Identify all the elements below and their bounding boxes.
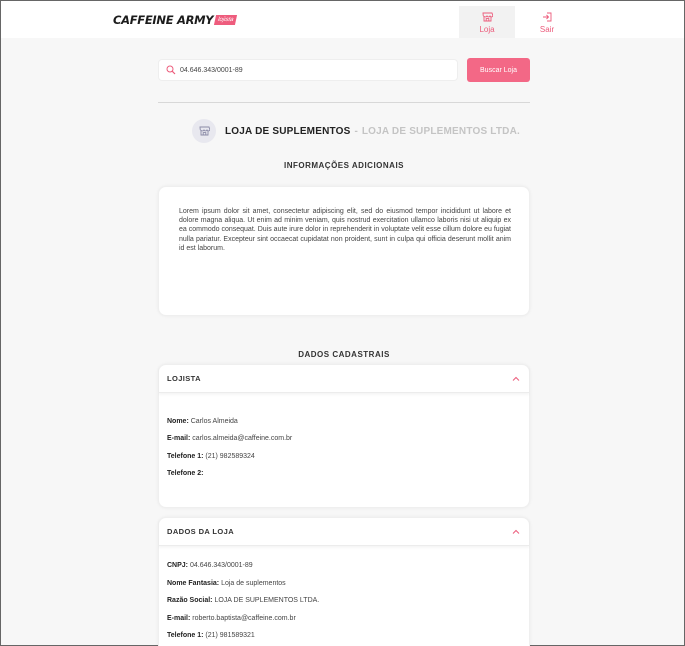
store-legal-name: LOJA DE SUPLEMENTOS LTDA. (361, 125, 521, 137)
field-label: Nome: (167, 418, 189, 425)
search-icon (166, 65, 176, 75)
cnpj-search-box[interactable] (158, 59, 458, 81)
store-separator: - (354, 125, 358, 137)
field-label: Telefone 1: (167, 632, 204, 639)
store-icon (482, 12, 493, 22)
logo-text: CAFFEINE ARMY (113, 13, 214, 27)
nav-sair[interactable]: Sair (519, 6, 575, 38)
field-telefone-1: Telefone 1: (21) 982589324 (167, 453, 255, 460)
nav-loja-label: Loja (479, 25, 495, 34)
chevron-up-icon[interactable] (511, 375, 521, 383)
dados-loja-accordion-header[interactable]: DADOS DA LOJA (159, 518, 529, 546)
field-label: CNPJ: (167, 562, 189, 569)
logo-tag: lojista (214, 15, 238, 25)
field-label: Nome Fantasia: (167, 580, 220, 587)
field-nome: Nome: Carlos Almeida (167, 418, 238, 425)
field-telefone-2: Telefone 2: (167, 470, 203, 477)
field-nome-fantasia: Nome Fantasia: Loja de suplementos (167, 580, 286, 587)
field-email: E-mail: carlos.almeida@caffeine.com.br (167, 435, 292, 442)
field-label: Razão Social: (167, 597, 213, 604)
store-icon (199, 126, 210, 136)
info-heading: INFORMAÇÕES ADICIONAIS (283, 161, 405, 170)
field-value: Loja de suplementos (221, 580, 286, 587)
logout-icon (542, 12, 551, 22)
store-avatar (192, 119, 216, 143)
lojista-title: LOJISTA (167, 374, 201, 383)
store-name: LOJA DE SUPLEMENTOS (225, 125, 351, 137)
field-label: E-mail: (167, 435, 191, 442)
field-razao-social: Razão Social: LOJA DE SUPLEMENTOS LTDA. (167, 597, 319, 604)
caffeine-army-logo[interactable]: CAFFEINE ARMY lojista (113, 13, 238, 27)
dados-loja-accordion: DADOS DA LOJA CNPJ: 04.646.343/0001-89 N… (158, 517, 530, 646)
field-telefone-1: Telefone 1: (21) 981589321 (167, 632, 255, 639)
field-value: 04.646.343/0001-89 (189, 562, 253, 569)
store-title: LOJA DE SUPLEMENTOS - LOJA DE SUPLEMENTO… (192, 119, 520, 143)
field-email: E-mail: roberto.baptista@caffeine.com.br (167, 615, 296, 622)
nav-sair-label: Sair (539, 25, 555, 34)
field-cnpj: CNPJ: 04.646.343/0001-89 (167, 562, 253, 569)
field-value: LOJA DE SUPLEMENTOS LTDA. (214, 597, 320, 604)
nav-loja[interactable]: Loja (459, 6, 515, 38)
dados-loja-title: DADOS DA LOJA (167, 527, 235, 536)
top-header: CAFFEINE ARMY lojista Loja Sair (1, 1, 684, 38)
lojista-accordion: LOJISTA Nome: Carlos Almeida E-mail: car… (158, 364, 530, 508)
buscar-loja-button[interactable]: Buscar Loja (467, 58, 530, 82)
info-text: Lorem ipsum dolor sit amet, consectetur … (179, 208, 511, 252)
field-value: (21) 981589321 (205, 632, 255, 639)
field-value: carlos.almeida@caffeine.com.br (192, 435, 293, 442)
chevron-up-icon[interactable] (511, 528, 521, 536)
field-label: Telefone 1: (167, 453, 204, 460)
cnpj-search-input[interactable] (180, 66, 440, 74)
field-value: Carlos Almeida (190, 418, 238, 425)
field-label: Telefone 2: (167, 470, 204, 477)
field-label: E-mail: (167, 615, 191, 622)
field-value: roberto.baptista@caffeine.com.br (192, 615, 296, 622)
field-value: (21) 982589324 (205, 453, 255, 460)
lojista-accordion-header[interactable]: LOJISTA (159, 365, 529, 393)
dados-heading: DADOS CADASTRAIS (298, 350, 390, 359)
info-card: Lorem ipsum dolor sit amet, consectetur … (158, 186, 530, 316)
divider (158, 102, 530, 103)
